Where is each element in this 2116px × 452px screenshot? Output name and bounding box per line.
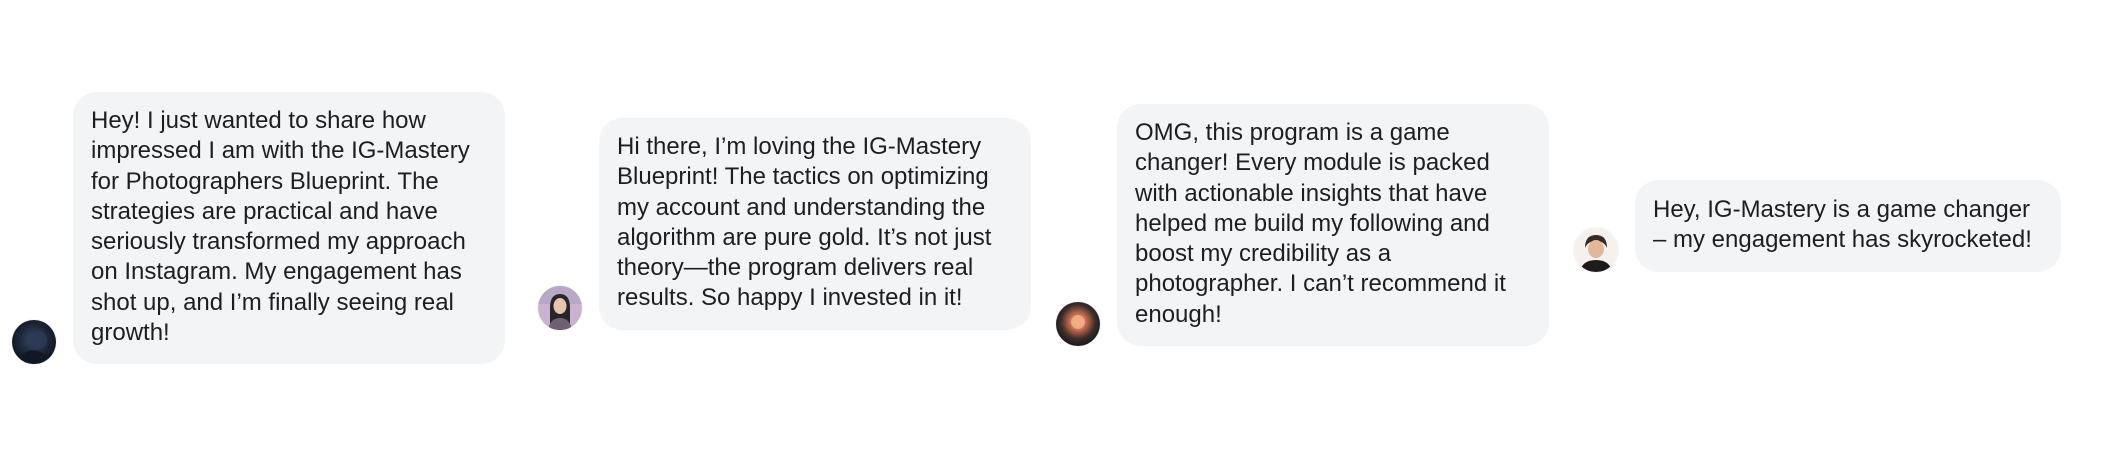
message-bubble: Hey! I just wanted to share how impresse… [73, 92, 505, 365]
testimonial-message-4: Hey, IG-Mastery is a game changer – my e… [1574, 180, 2061, 272]
avatar-dark-photo-icon [12, 320, 56, 365]
avatar-woman-portrait-icon [538, 285, 582, 330]
avatar-sunset-orb-icon [1056, 302, 1100, 347]
message-bubble: OMG, this program is a game changer! Eve… [1117, 104, 1549, 347]
message-bubble: Hi there, I’m loving the IG-Mastery Blue… [599, 118, 1031, 330]
message-bubble: Hey, IG-Mastery is a game changer – my e… [1635, 180, 2061, 272]
testimonial-message-1: Hey! I just wanted to share how impresse… [12, 92, 505, 365]
testimonial-message-3: OMG, this program is a game changer! Eve… [1056, 104, 1549, 347]
testimonial-message-2: Hi there, I’m loving the IG-Mastery Blue… [538, 118, 1031, 330]
avatar-man-portrait-icon [1574, 227, 1618, 272]
